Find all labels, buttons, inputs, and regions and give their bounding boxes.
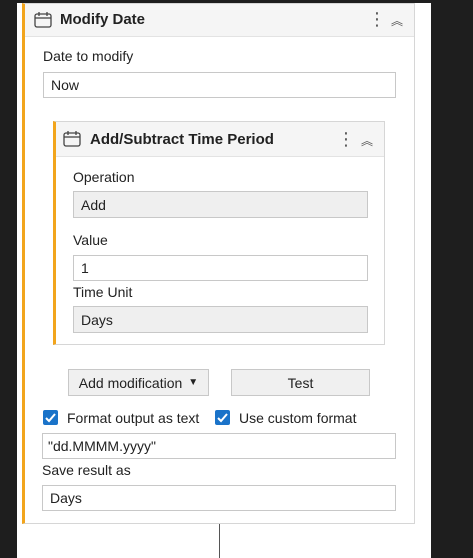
operation-field[interactable]: Add <box>73 191 368 218</box>
more-options-icon[interactable]: ⋮ <box>368 10 386 28</box>
check-icon <box>45 413 56 423</box>
save-result-field[interactable]: Days <box>42 485 396 511</box>
add-subtract-header: Add/Subtract Time Period ⋮ ︽ <box>56 122 384 157</box>
test-button[interactable]: Test <box>231 369 370 396</box>
chevron-down-icon: ▼ <box>188 377 199 388</box>
activity-title: Add/Subtract Time Period <box>90 131 274 148</box>
date-to-modify-label: Date to modify <box>43 48 134 64</box>
collapse-icon[interactable]: ︽ <box>361 132 373 149</box>
check-icon <box>217 413 228 423</box>
calendar-icon <box>34 12 52 28</box>
add-modification-dropdown[interactable]: Add modification ▼ <box>68 369 209 396</box>
flow-connector-line <box>219 524 220 558</box>
add-subtract-time-period-activity[interactable]: Add/Subtract Time Period ⋮ ︽ Operation A… <box>53 121 385 345</box>
date-to-modify-field[interactable]: Now <box>43 72 396 98</box>
use-custom-format-label: Use custom format <box>239 410 357 426</box>
use-custom-format-checkbox[interactable] <box>215 410 230 425</box>
operation-label: Operation <box>73 169 135 185</box>
format-output-checkbox[interactable] <box>43 410 58 425</box>
collapse-icon[interactable]: ︽ <box>391 12 403 29</box>
calendar-icon <box>63 131 81 147</box>
save-result-label: Save result as <box>42 462 131 478</box>
value-field[interactable]: 1 <box>73 255 368 281</box>
add-modification-label: Add modification <box>78 374 183 391</box>
custom-format-field[interactable]: "dd.MMMM.yyyy" <box>42 433 396 459</box>
more-options-icon[interactable]: ⋮ <box>337 130 355 148</box>
activity-title: Modify Date <box>60 11 146 28</box>
value-label: Value <box>73 232 108 248</box>
modify-date-header: Modify Date ⋮ ︽ <box>25 4 414 37</box>
time-unit-label: Time Unit <box>73 284 133 300</box>
format-output-label: Format output as text <box>67 410 200 426</box>
time-unit-field[interactable]: Days <box>73 306 368 333</box>
